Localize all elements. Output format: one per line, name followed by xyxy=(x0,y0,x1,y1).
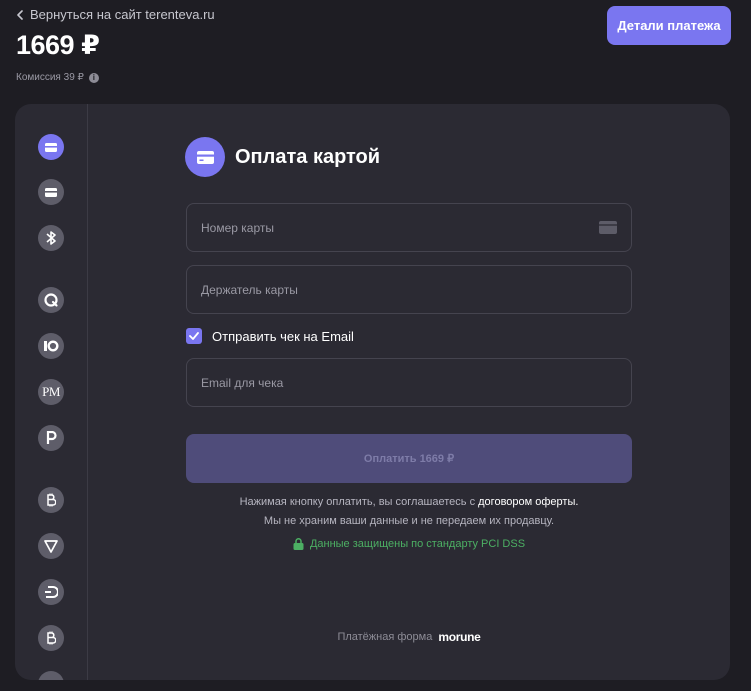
method-dash[interactable] xyxy=(38,579,64,605)
back-link-label: Вернуться на сайт terenteva.ru xyxy=(30,7,215,22)
security-notice: Данные защищены по стандарту PCI DSS xyxy=(186,538,632,550)
method-perfectmoney[interactable]: PM xyxy=(38,379,64,405)
email-field[interactable] xyxy=(186,358,632,407)
pay-button[interactable]: Оплатить 1669 ₽ xyxy=(186,434,632,483)
card-icon xyxy=(599,221,617,234)
card-icon xyxy=(45,187,57,197)
send-receipt-toggle[interactable]: Отправить чек на Email xyxy=(186,328,354,344)
method-qiwi[interactable] xyxy=(38,287,64,313)
form-header: Оплата картой xyxy=(185,137,380,177)
privacy-notice: Мы не храним ваши данные и не передаем и… xyxy=(263,515,555,527)
offer-agreement-link[interactable]: договором оферты. xyxy=(478,496,578,508)
form-title: Оплата картой xyxy=(235,145,381,168)
method-sbp[interactable] xyxy=(38,225,64,251)
method-bitcoin[interactable] xyxy=(38,487,64,513)
commission-info: Комиссия 39 ₽ i xyxy=(16,72,99,83)
legal-notice: Нажимая кнопку оплатить, вы соглашаетесь… xyxy=(186,493,632,531)
method-card-alt[interactable] xyxy=(38,179,64,205)
security-text: Данные защищены по стандарту PCI DSS xyxy=(309,538,526,550)
payment-details-button[interactable]: Детали платежа xyxy=(607,6,731,45)
morune-logo: morune xyxy=(438,630,481,644)
bitcoin-icon xyxy=(47,631,56,645)
method-payeer[interactable] xyxy=(38,425,64,451)
check-icon xyxy=(189,332,199,340)
commission-label: Комиссия 39 ₽ xyxy=(16,72,84,83)
card-number-input[interactable] xyxy=(201,220,599,235)
pm-icon: PM xyxy=(42,384,60,399)
method-card[interactable] xyxy=(38,134,64,160)
payment-page: Вернуться на сайт terenteva.ru 1669 ₽ Ко… xyxy=(0,0,751,691)
yoomoney-icon xyxy=(44,340,59,352)
method-yoomoney[interactable] xyxy=(38,333,64,359)
card-number-field[interactable] xyxy=(186,203,632,252)
email-input[interactable] xyxy=(201,375,617,390)
card-icon xyxy=(185,137,225,177)
card-holder-field[interactable] xyxy=(186,265,632,314)
lock-icon xyxy=(293,538,304,550)
back-to-site-link[interactable]: Вернуться на сайт terenteva.ru xyxy=(16,7,215,22)
form-footer: Платёжная форма morune xyxy=(186,630,632,644)
payment-method-sidebar: PM xyxy=(15,104,88,680)
legal-prefix: Нажимая кнопку оплатить, вы соглашаетесь… xyxy=(239,496,476,508)
sbp-icon xyxy=(46,231,56,245)
chevron-left-icon xyxy=(17,9,23,20)
card-icon xyxy=(45,142,57,152)
payment-amount: 1669 ₽ xyxy=(16,30,100,60)
method-more[interactable] xyxy=(38,671,64,680)
method-bitcoin-cash[interactable] xyxy=(38,625,64,651)
payeer-icon xyxy=(46,431,57,444)
info-icon[interactable]: i xyxy=(88,72,99,83)
dash-icon xyxy=(45,586,58,598)
tron-icon xyxy=(44,540,58,553)
footer-label: Платёжная форма xyxy=(337,631,433,643)
method-tron[interactable] xyxy=(38,533,64,559)
card-holder-input[interactable] xyxy=(201,282,617,297)
send-receipt-checkbox[interactable] xyxy=(186,328,202,344)
bitcoin-icon xyxy=(47,493,56,507)
send-receipt-label: Отправить чек на Email xyxy=(212,328,354,344)
qiwi-icon xyxy=(44,293,58,307)
payment-card: PM Оплата картой Номер карты Держатель к… xyxy=(15,104,730,680)
